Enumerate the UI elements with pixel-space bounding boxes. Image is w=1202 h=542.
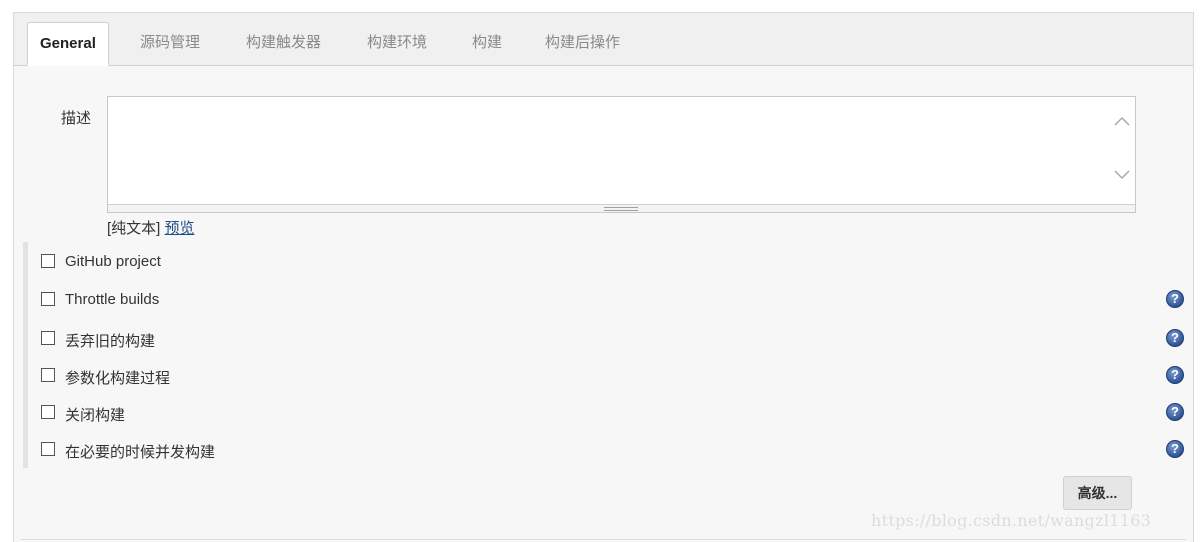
scroll-up-icon[interactable] [1112,111,1132,131]
advanced-button[interactable]: 高级... [1063,476,1132,510]
general-options: GitHub project Throttle builds ? 丢弃旧的构建 … [23,242,1188,468]
markup-format-label: [纯文本] [107,220,161,237]
concurrent-builds-label[interactable]: 在必要的时候并发构建 [65,441,215,462]
tab-build[interactable]: 构建 [472,22,502,65]
tab-bar: General 源码管理 构建触发器 构建环境 构建 构建后操作 [14,13,1193,66]
tab-source-code-management[interactable]: 源码管理 [140,22,200,65]
option-throttle-builds: Throttle builds ? [28,290,1188,314]
textarea-resize-handle[interactable] [108,204,1135,212]
tab-build-triggers[interactable]: 构建触发器 [246,22,321,65]
scroll-down-icon[interactable] [1112,165,1132,185]
help-icon[interactable]: ? [1166,329,1184,347]
help-icon[interactable]: ? [1166,290,1184,308]
option-discard-old-builds: 丢弃旧的构建 ? [28,329,1188,353]
markup-format-line: [纯文本] 预览 [107,217,195,238]
discard-old-builds-label[interactable]: 丢弃旧的构建 [65,330,155,351]
discard-old-builds-checkbox[interactable] [41,331,55,345]
parameterized-build-label[interactable]: 参数化构建过程 [65,367,170,388]
description-textarea[interactable] [108,97,1117,209]
option-disable-build: 关闭构建 ? [28,403,1188,427]
resize-grip-icon [604,207,638,211]
section-divider [21,539,1186,540]
description-field[interactable] [107,96,1136,213]
throttle-builds-label[interactable]: Throttle builds [65,291,159,308]
throttle-builds-checkbox[interactable] [41,292,55,306]
option-github-project: GitHub project [28,252,1188,276]
tab-build-environment[interactable]: 构建环境 [367,22,427,65]
concurrent-builds-checkbox[interactable] [41,442,55,456]
disable-build-label[interactable]: 关闭构建 [65,404,125,425]
option-concurrent-builds: 在必要的时候并发构建 ? [28,440,1188,464]
help-icon[interactable]: ? [1166,403,1184,421]
description-label: 描述 [61,110,92,127]
parameterized-build-checkbox[interactable] [41,368,55,382]
github-project-checkbox[interactable] [41,254,55,268]
job-config-panel: General 源码管理 构建触发器 构建环境 构建 构建后操作 描述 [纯文本… [13,12,1194,542]
github-project-label[interactable]: GitHub project [65,253,161,270]
disable-build-checkbox[interactable] [41,405,55,419]
tab-post-build-actions[interactable]: 构建后操作 [545,22,620,65]
help-icon[interactable]: ? [1166,440,1184,458]
preview-link[interactable]: 预览 [165,220,195,237]
option-parameterized-build: 参数化构建过程 ? [28,366,1188,390]
help-icon[interactable]: ? [1166,366,1184,384]
watermark: https://blog.csdn.net/wangzl1163 [871,511,1152,530]
tab-general[interactable]: General [27,22,109,66]
